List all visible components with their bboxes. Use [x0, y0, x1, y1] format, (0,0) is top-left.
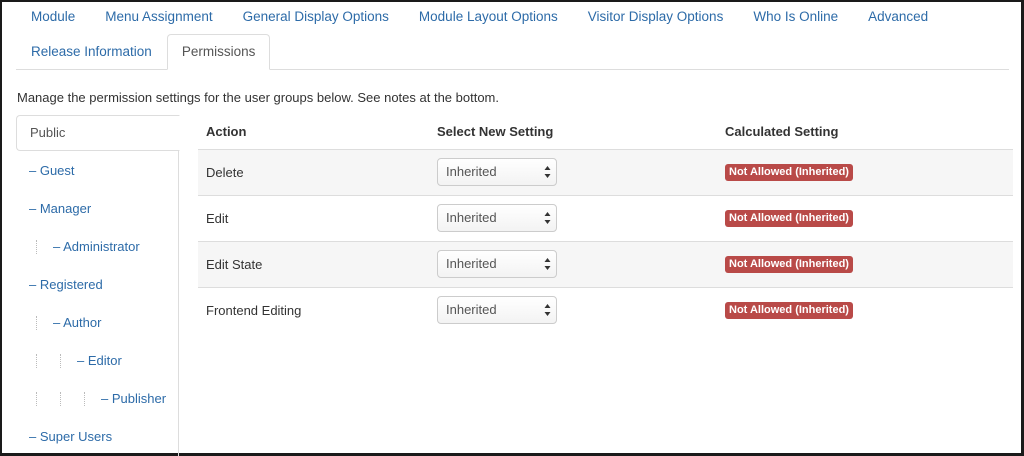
user-group-sidebar: Public – Guest – Manager – Administrator…	[16, 115, 180, 456]
tree-guide-line	[84, 392, 85, 406]
calculated-setting-badge: Not Allowed (Inherited)	[725, 256, 853, 273]
table-row: Frontend Editing Inherited Not Allowed (…	[198, 286, 1013, 333]
calculated-setting-badge: Not Allowed (Inherited)	[725, 302, 853, 320]
action-name: Edit	[198, 194, 429, 241]
table-row: Edit State Inherited Not Allowed (Inheri…	[198, 240, 1013, 287]
column-header-select-new-setting: Select New Setting	[429, 115, 717, 150]
table-row: Delete Inherited Not Allowed (Inherited)	[198, 148, 1013, 195]
tab-release-information[interactable]: Release Information	[16, 34, 167, 68]
sidebar-item-super-users[interactable]: – Super Users	[16, 418, 179, 456]
tab-module-layout-options[interactable]: Module Layout Options	[404, 0, 573, 33]
table-row: Edit Inherited Not Allowed (Inherited)	[198, 194, 1013, 241]
tab-bar-row-2: Release Information Permissions	[16, 34, 271, 70]
sidebar-item-label: – Editor	[77, 353, 122, 368]
tab-visitor-display-options[interactable]: Visitor Display Options	[573, 0, 739, 33]
setting-cell: Inherited	[429, 240, 717, 287]
tab-who-is-online[interactable]: Who Is Online	[738, 0, 853, 33]
sidebar-item-public[interactable]: Public	[16, 115, 180, 151]
sidebar-item-registered[interactable]: – Registered	[16, 266, 179, 304]
setting-select-value: Inherited	[446, 210, 497, 225]
calculated-cell: Not Allowed (Inherited)	[717, 194, 1013, 241]
sidebar-item-label: – Publisher	[101, 391, 167, 406]
tree-guide-line	[36, 316, 37, 330]
tree-guide-line	[60, 392, 61, 406]
tab-bar-row-1: Module Menu Assignment General Display O…	[16, 0, 943, 33]
tab-general-display-options[interactable]: General Display Options	[228, 0, 404, 33]
tab-menu-assignment[interactable]: Menu Assignment	[90, 0, 227, 33]
tab-module[interactable]: Module	[16, 0, 90, 33]
action-name: Frontend Editing	[198, 286, 429, 333]
permissions-table: Action Select New Setting Calculated Set…	[198, 115, 1013, 333]
setting-select[interactable]: Inherited	[437, 158, 557, 186]
tab-advanced[interactable]: Advanced	[853, 0, 943, 33]
sidebar-item-administrator[interactable]: – Administrator	[16, 228, 179, 266]
setting-select-value: Inherited	[446, 256, 497, 271]
select-arrows-icon	[544, 212, 551, 224]
sidebar-item-publisher[interactable]: – Publisher	[16, 380, 179, 418]
setting-select[interactable]: Inherited	[437, 296, 557, 325]
sidebar-item-label: – Administrator	[53, 239, 140, 254]
column-header-action: Action	[198, 115, 429, 150]
permissions-panel: Module Menu Assignment General Display O…	[0, 0, 1024, 456]
tabs-divider	[16, 69, 1009, 70]
setting-select[interactable]: Inherited	[437, 250, 557, 278]
tree-guide-line	[60, 354, 61, 368]
sidebar-item-label: – Registered	[29, 277, 103, 292]
setting-select-value: Inherited	[446, 302, 497, 318]
calculated-cell: Not Allowed (Inherited)	[717, 286, 1013, 333]
setting-cell: Inherited	[429, 148, 717, 195]
sidebar-item-label: – Super Users	[29, 429, 113, 444]
permissions-intro-text: Manage the permission settings for the u…	[17, 90, 500, 105]
calculated-cell: Not Allowed (Inherited)	[717, 148, 1013, 195]
column-header-calculated-setting: Calculated Setting	[717, 115, 1013, 150]
table-header-row: Action Select New Setting Calculated Set…	[198, 115, 1013, 150]
setting-cell: Inherited	[429, 194, 717, 241]
tree-guide-line	[36, 240, 37, 254]
select-arrows-icon	[544, 166, 551, 178]
select-arrows-icon	[544, 258, 551, 270]
calculated-setting-badge: Not Allowed (Inherited)	[725, 210, 853, 227]
action-name: Delete	[198, 148, 429, 195]
sidebar-item-editor[interactable]: – Editor	[16, 342, 179, 380]
action-name: Edit State	[198, 240, 429, 287]
tree-guide-line	[36, 392, 37, 406]
tab-permissions[interactable]: Permissions	[166, 34, 271, 70]
sidebar-item-label: – Manager	[29, 201, 92, 216]
sidebar-item-manager[interactable]: – Manager	[16, 190, 179, 228]
sidebar-item-label: Public	[30, 125, 66, 140]
sidebar-item-label: – Guest	[29, 163, 75, 178]
calculated-cell: Not Allowed (Inherited)	[717, 240, 1013, 287]
sidebar-item-label: – Author	[53, 315, 102, 330]
sidebar-item-guest[interactable]: – Guest	[16, 152, 179, 190]
setting-select-value: Inherited	[446, 164, 497, 179]
tree-guide-line	[36, 354, 37, 368]
select-arrows-icon	[544, 304, 551, 317]
sidebar-item-author[interactable]: – Author	[16, 304, 179, 342]
setting-select[interactable]: Inherited	[437, 204, 557, 232]
setting-cell: Inherited	[429, 286, 717, 333]
calculated-setting-badge: Not Allowed (Inherited)	[725, 164, 853, 181]
